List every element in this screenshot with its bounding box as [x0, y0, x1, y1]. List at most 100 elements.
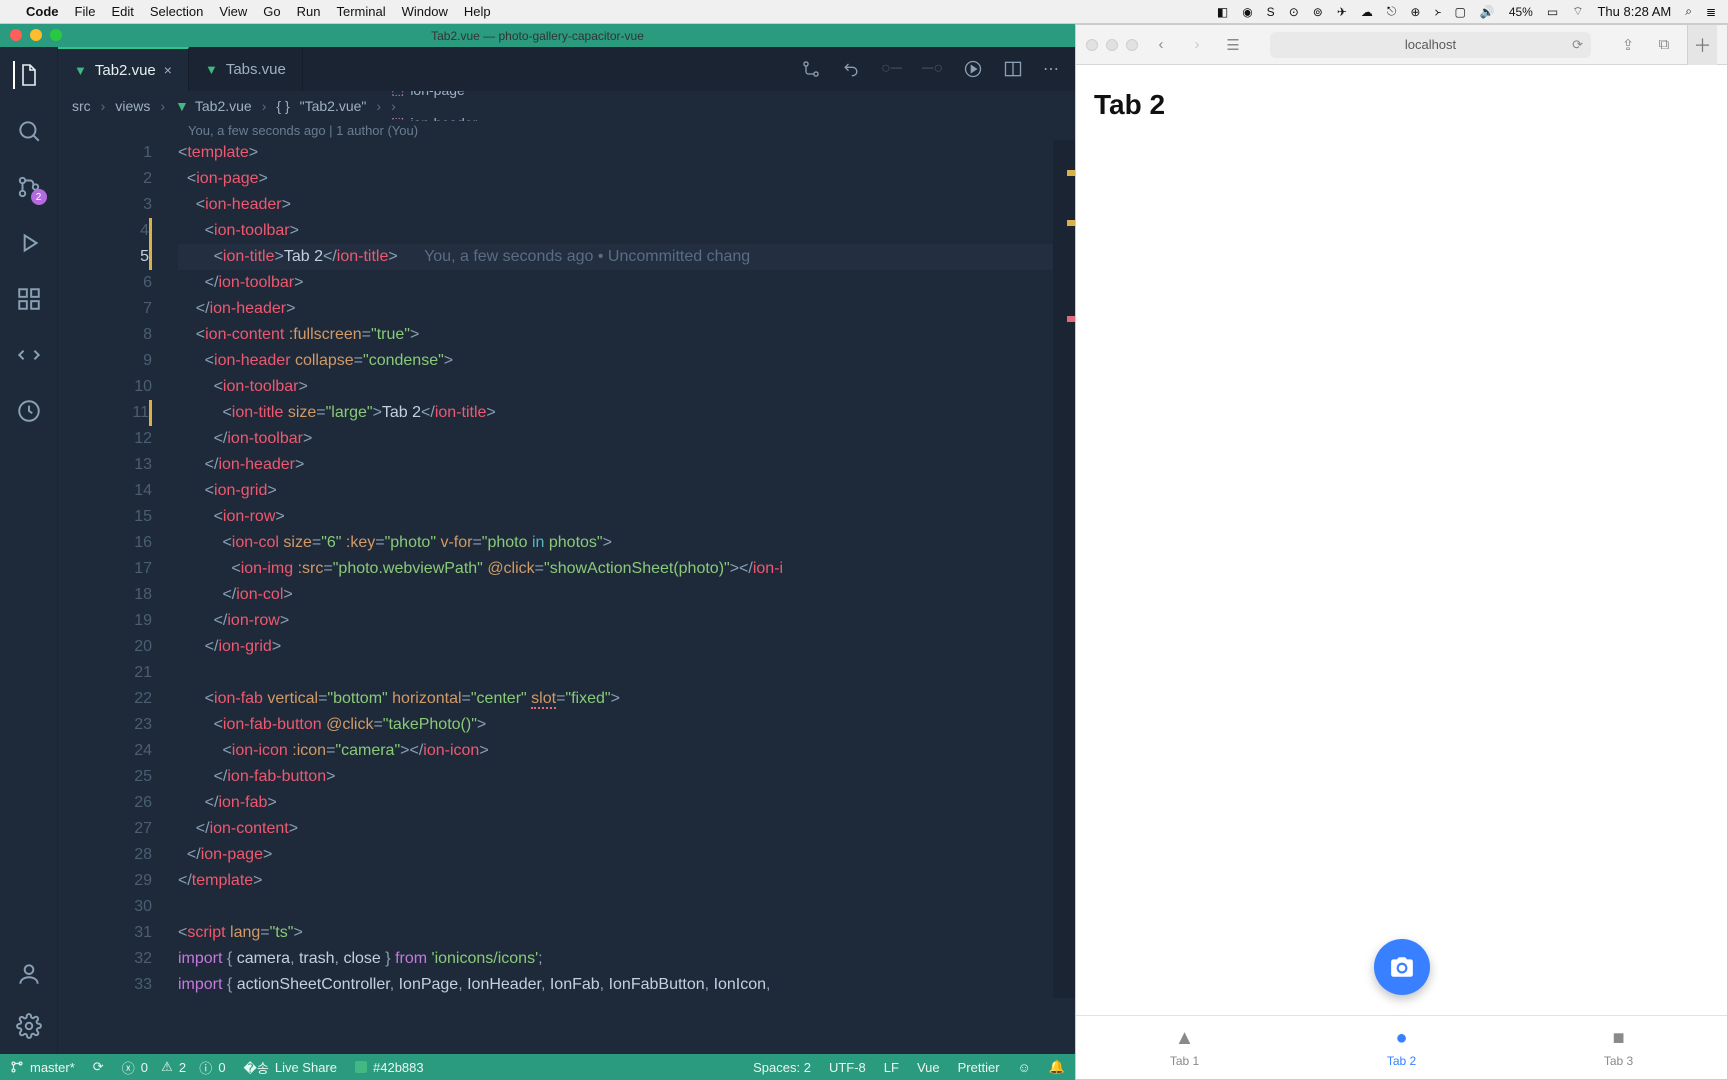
- airplay-icon[interactable]: ▢: [1455, 5, 1466, 19]
- menubar-icon[interactable]: ☁: [1361, 5, 1373, 19]
- code-line[interactable]: [178, 894, 1075, 920]
- liveshare-status[interactable]: �송 Live Share: [244, 1058, 337, 1077]
- code-editor[interactable]: 1234567891011121314151617181920212223242…: [58, 140, 1075, 998]
- problems[interactable]: ⓧ 0 ⚠ 2 ⓘ 0: [122, 1058, 226, 1077]
- breadcrumb-symbol[interactable]: { }: [276, 98, 289, 114]
- sidebar-button[interactable]: ☰: [1220, 33, 1246, 57]
- code-line[interactable]: <ion-fab vertical="bottom" horizontal="c…: [178, 686, 1075, 712]
- encoding[interactable]: UTF-8: [829, 1059, 866, 1075]
- ion-tab[interactable]: ●Tab 2: [1293, 1016, 1510, 1079]
- codelens-author[interactable]: You, a few seconds ago | 1 author (You): [58, 121, 1075, 140]
- extensions-icon[interactable]: [15, 285, 43, 313]
- maximize-window-icon[interactable]: [50, 29, 62, 41]
- new-tab-button[interactable]: ＋: [1687, 25, 1717, 65]
- code-line[interactable]: </ion-toolbar>: [178, 270, 1075, 296]
- code-line[interactable]: <ion-grid>: [178, 478, 1075, 504]
- close-tab-icon[interactable]: ×: [164, 62, 172, 78]
- minimize-window-icon[interactable]: [30, 29, 42, 41]
- tabs-button[interactable]: ⧉: [1651, 33, 1677, 57]
- code-line[interactable]: <ion-toolbar>: [178, 374, 1075, 400]
- compare-changes-icon[interactable]: [801, 59, 821, 79]
- more-actions-icon[interactable]: ⋯: [1043, 59, 1059, 79]
- code-line[interactable]: [178, 660, 1075, 686]
- run-debug-icon[interactable]: [15, 229, 43, 257]
- explorer-icon[interactable]: [13, 61, 41, 89]
- bluetooth-icon[interactable]: ᚛: [1434, 5, 1440, 19]
- eol[interactable]: LF: [884, 1059, 899, 1075]
- indentation[interactable]: Spaces: 2: [753, 1059, 811, 1075]
- code-line[interactable]: <ion-title>Tab 2</ion-title> You, a few …: [178, 244, 1075, 270]
- code-line[interactable]: <ion-header collapse="condense">: [178, 348, 1075, 374]
- ion-tab[interactable]: ▲Tab 1: [1076, 1016, 1293, 1079]
- breadcrumb-symbol[interactable]: "Tab2.vue": [300, 98, 367, 114]
- menubar-icon[interactable]: ✈: [1337, 5, 1347, 19]
- menubar-icon[interactable]: ⊕: [1410, 5, 1420, 19]
- code-line[interactable]: </ion-page>: [178, 842, 1075, 868]
- spotlight-icon[interactable]: ⌕: [1685, 4, 1692, 19]
- volume-icon[interactable]: 🔊: [1480, 5, 1495, 19]
- code-line[interactable]: <ion-header>: [178, 192, 1075, 218]
- battery-icon[interactable]: ▭: [1547, 5, 1558, 19]
- editor-tab[interactable]: ▼Tabs.vue: [189, 47, 303, 91]
- menubar-icon[interactable]: ⊚: [1313, 5, 1323, 19]
- code-line[interactable]: </ion-fab-button>: [178, 764, 1075, 790]
- code-line[interactable]: </template>: [178, 868, 1075, 894]
- url-bar[interactable]: localhost⟳: [1270, 32, 1591, 58]
- feedback-icon[interactable]: ☺: [1018, 1059, 1031, 1075]
- code-line[interactable]: </ion-row>: [178, 608, 1075, 634]
- code-line[interactable]: </ion-header>: [178, 452, 1075, 478]
- breadcrumb-symbol[interactable]: ⬚ion-page: [391, 91, 477, 98]
- code-line[interactable]: </ion-col>: [178, 582, 1075, 608]
- source-control-icon[interactable]: 2: [15, 173, 43, 201]
- split-editor-icon[interactable]: [1003, 59, 1023, 79]
- clock[interactable]: Thu 8:28 AM: [1597, 4, 1671, 19]
- editor-tab[interactable]: ▼Tab2.vue×: [58, 47, 189, 91]
- code-line[interactable]: <template>: [178, 140, 1075, 166]
- code-line[interactable]: <script lang="ts">: [178, 920, 1075, 946]
- breadcrumb-file[interactable]: ▼Tab2.vue: [175, 98, 252, 114]
- menubar-icon[interactable]: ⊙: [1289, 5, 1299, 19]
- color-hash[interactable]: #42b883: [355, 1060, 424, 1075]
- code-line[interactable]: <ion-toolbar>: [178, 218, 1075, 244]
- code-line[interactable]: <ion-title size="large">Tab 2</ion-title…: [178, 400, 1075, 426]
- accounts-icon[interactable]: [15, 960, 43, 988]
- code-line[interactable]: </ion-content>: [178, 816, 1075, 842]
- code-line[interactable]: <ion-icon :icon="camera"></ion-icon>: [178, 738, 1075, 764]
- prettier-status[interactable]: Prettier: [958, 1059, 1000, 1075]
- share-button[interactable]: ⇪: [1615, 33, 1641, 57]
- ion-tab[interactable]: ■Tab 3: [1510, 1016, 1727, 1079]
- close-window-icon[interactable]: [10, 29, 22, 41]
- code-line[interactable]: <ion-col size="6" :key="photo" v-for="ph…: [178, 530, 1075, 556]
- app-name[interactable]: Code: [26, 4, 59, 19]
- timeline-icon[interactable]: [15, 397, 43, 425]
- window-traffic-lights[interactable]: [10, 29, 62, 41]
- code-line[interactable]: </ion-grid>: [178, 634, 1075, 660]
- menubar-icon[interactable]: ⎋: [1387, 4, 1397, 19]
- minimap[interactable]: [1053, 140, 1075, 998]
- code-line[interactable]: </ion-header>: [178, 296, 1075, 322]
- menu-item[interactable]: Window: [402, 4, 448, 19]
- breadcrumb-symbol[interactable]: ⬚ion-header: [391, 114, 477, 121]
- battery-percent[interactable]: 45%: [1509, 5, 1533, 19]
- menu-item[interactable]: Selection: [150, 4, 203, 19]
- sync-icon[interactable]: ⟳: [93, 1059, 104, 1075]
- menu-item[interactable]: Terminal: [337, 4, 386, 19]
- run-icon[interactable]: [963, 59, 983, 79]
- code-line[interactable]: <ion-content :fullscreen="true">: [178, 322, 1075, 348]
- code-line[interactable]: <ion-fab-button @click="takePhoto()">: [178, 712, 1075, 738]
- search-icon[interactable]: [15, 117, 43, 145]
- forward-button[interactable]: ›: [1184, 33, 1210, 57]
- control-center-icon[interactable]: ≣: [1706, 5, 1716, 19]
- breadcrumbs[interactable]: src› views› ▼Tab2.vue› { } "Tab2.vue"› ⬚…: [58, 91, 1075, 121]
- git-branch[interactable]: master*: [10, 1060, 75, 1075]
- menu-item[interactable]: Go: [263, 4, 280, 19]
- reload-icon[interactable]: ⟳: [1572, 37, 1583, 53]
- back-button[interactable]: ‹: [1148, 33, 1174, 57]
- breadcrumb-item[interactable]: src: [72, 98, 91, 114]
- toolbar-icon[interactable]: ─○: [922, 60, 943, 78]
- code-line[interactable]: <ion-img :src="photo.webviewPath" @click…: [178, 556, 1075, 582]
- notifications-icon[interactable]: 🔔: [1049, 1059, 1065, 1075]
- menu-item[interactable]: View: [219, 4, 247, 19]
- code-line[interactable]: import { camera, trash, close } from 'io…: [178, 946, 1075, 972]
- code-line[interactable]: import { actionSheetController, IonPage,…: [178, 972, 1075, 998]
